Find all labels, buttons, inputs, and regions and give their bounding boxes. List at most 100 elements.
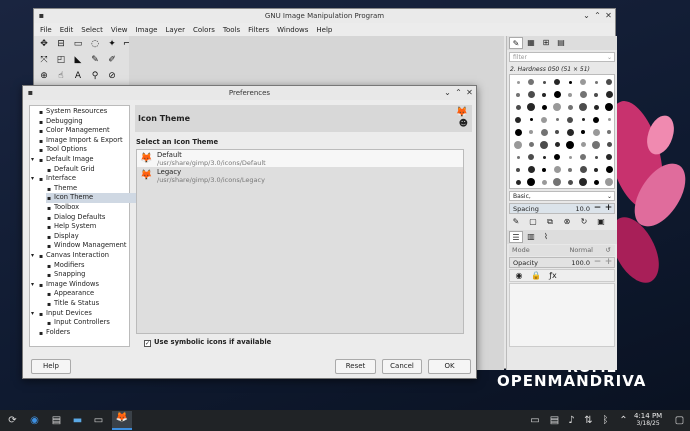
expander-icon[interactable]: ▾: [31, 309, 34, 319]
patterns-tab-icon[interactable]: ▦: [524, 37, 538, 49]
brush-thumb[interactable]: [514, 140, 522, 149]
brush-thumb[interactable]: [593, 116, 599, 123]
tree-item-help-system[interactable]: ▪ Help System: [46, 222, 146, 232]
warp-icon[interactable]: ◰: [55, 54, 67, 66]
brush-thumb[interactable]: [592, 140, 600, 149]
layer-list[interactable]: [509, 283, 615, 347]
menu-layer[interactable]: Layer: [161, 26, 189, 34]
brush-thumb[interactable]: [605, 103, 613, 111]
tree-item-display[interactable]: ▪ Display: [46, 232, 146, 242]
tree-item-system-resources[interactable]: ▪ System Resources: [38, 107, 138, 117]
visibility-eye-icon[interactable]: ◉: [514, 271, 524, 280]
maximize-icon[interactable]: ⌃: [454, 88, 463, 97]
paths-tab-icon[interactable]: ⌇: [539, 231, 553, 243]
brush-thumb[interactable]: [593, 104, 599, 110]
brush-thumb[interactable]: [516, 80, 520, 84]
brush-thumb[interactable]: [568, 167, 572, 172]
checkbox-checked-icon[interactable]: ✓: [144, 340, 151, 347]
clipboard-icon[interactable]: ▤: [548, 414, 561, 427]
menu-filters[interactable]: Filters: [244, 26, 273, 34]
brush-thumb[interactable]: [554, 154, 560, 160]
brush-thumb[interactable]: [541, 104, 547, 110]
tree-item-window-management[interactable]: ▪ Window Management: [46, 241, 146, 251]
brush-thumb[interactable]: [540, 140, 548, 149]
reset-button[interactable]: Reset: [335, 359, 376, 374]
brush-thumb[interactable]: [527, 103, 535, 111]
brush-thumb[interactable]: [607, 118, 611, 121]
minus-icon[interactable]: −: [593, 204, 602, 213]
settings-icon[interactable]: ▤: [50, 414, 63, 427]
brush-thumb[interactable]: [580, 142, 586, 147]
brush-thumb[interactable]: [555, 118, 559, 121]
brush-thumb[interactable]: [528, 79, 534, 85]
layer-mode-select[interactable]: Mode Normal ↺: [509, 245, 615, 256]
tree-item-folders[interactable]: ▪ Folders: [38, 328, 138, 338]
brush-thumb[interactable]: [542, 167, 546, 172]
brush-thumb[interactable]: [566, 128, 574, 136]
show-desktop-icon[interactable]: ▢: [673, 414, 686, 427]
brush-thumb[interactable]: [516, 167, 520, 172]
tray-expand-icon[interactable]: ⌃: [617, 414, 630, 427]
brush-thumb[interactable]: [553, 178, 561, 186]
opacity-slider[interactable]: Opacity 100.0 − +: [509, 257, 615, 268]
new-brush-icon[interactable]: ▢: [528, 217, 538, 226]
tree-item-default-grid[interactable]: ▪ Default Grid: [46, 165, 146, 175]
brush-thumb[interactable]: [606, 154, 612, 160]
maximize-icon[interactable]: ⌃: [593, 11, 602, 20]
brush-thumb[interactable]: [527, 91, 535, 98]
brush-thumb[interactable]: [606, 79, 612, 85]
brush-thumb[interactable]: [528, 142, 534, 147]
workspace-switcher-icon[interactable]: ▭: [527, 414, 543, 427]
brush-preset-select[interactable]: Basic, ⌄: [509, 191, 615, 201]
menu-image[interactable]: Image: [132, 26, 162, 34]
brush-grid[interactable]: [509, 74, 615, 189]
expander-icon[interactable]: ▾: [31, 280, 34, 290]
menu-tools[interactable]: Tools: [219, 26, 244, 34]
tree-item-dialog-defaults[interactable]: ▪ Dialog Defaults: [46, 213, 146, 223]
brush-thumb[interactable]: [579, 103, 587, 111]
duplicate-brush-icon[interactable]: ⧉: [545, 217, 555, 227]
lasso-icon[interactable]: ◌: [89, 38, 101, 50]
tree-item-toolbox[interactable]: ▪ Toolbox: [46, 203, 146, 213]
brush-thumb[interactable]: [581, 130, 585, 134]
fonts-tab-icon[interactable]: ⊞: [539, 37, 553, 49]
color-picker-icon[interactable]: ⚲: [89, 70, 101, 82]
menu-colors[interactable]: Colors: [189, 26, 219, 34]
rect-select-icon[interactable]: ▭: [72, 38, 84, 50]
expander-icon[interactable]: ▾: [31, 155, 34, 165]
tree-item-debugging[interactable]: ▪ Debugging: [38, 117, 138, 127]
gradients-tab-icon[interactable]: ▤: [554, 37, 568, 49]
tree-item-tool-options[interactable]: ▪ Tool Options: [38, 145, 138, 155]
brush-thumb[interactable]: [529, 130, 533, 134]
volume-icon[interactable]: ♪: [565, 414, 578, 427]
network-icon[interactable]: ⇅: [582, 414, 595, 427]
brush-thumb[interactable]: [553, 91, 561, 98]
brushes-tab-icon[interactable]: ✎: [509, 37, 523, 49]
ok-button[interactable]: OK: [428, 359, 471, 374]
menu-select[interactable]: Select: [77, 26, 107, 34]
fuzzy-select-icon[interactable]: ✦: [106, 38, 118, 50]
layers-tab-icon[interactable]: ☰: [509, 231, 523, 243]
tree-item-snapping[interactable]: ▪ Snapping: [46, 270, 146, 280]
plus-icon[interactable]: +: [604, 204, 613, 213]
brush-thumb[interactable]: [554, 79, 560, 85]
brush-thumb[interactable]: [515, 116, 521, 123]
smudge-icon[interactable]: ☝: [55, 70, 67, 82]
brush-thumb[interactable]: [516, 155, 520, 159]
brush-thumb[interactable]: [607, 130, 611, 134]
tree-item-default-image[interactable]: ▪ Default Image ▾: [31, 155, 138, 165]
brush-thumb[interactable]: [542, 92, 546, 97]
brush-thumb[interactable]: [540, 128, 548, 136]
brush-thumb[interactable]: [514, 128, 522, 136]
cancel-button[interactable]: Cancel: [382, 359, 422, 374]
brush-filter-input[interactable]: filter ⌄: [509, 52, 615, 62]
brush-thumb[interactable]: [541, 116, 547, 123]
brush-thumb[interactable]: [542, 80, 546, 84]
brush-thumb[interactable]: [515, 179, 521, 185]
brush-thumb[interactable]: [527, 178, 535, 186]
brush-thumb[interactable]: [594, 155, 598, 159]
tree-item-image-import-export[interactable]: ▪ Image Import & Export: [38, 136, 138, 146]
brush-thumb[interactable]: [605, 178, 613, 186]
theme-legacy[interactable]: 🦊 Legacy /usr/share/gimp/3.0/icons/Legac…: [137, 167, 463, 184]
tree-item-modifiers[interactable]: ▪ Modifiers: [46, 261, 146, 271]
